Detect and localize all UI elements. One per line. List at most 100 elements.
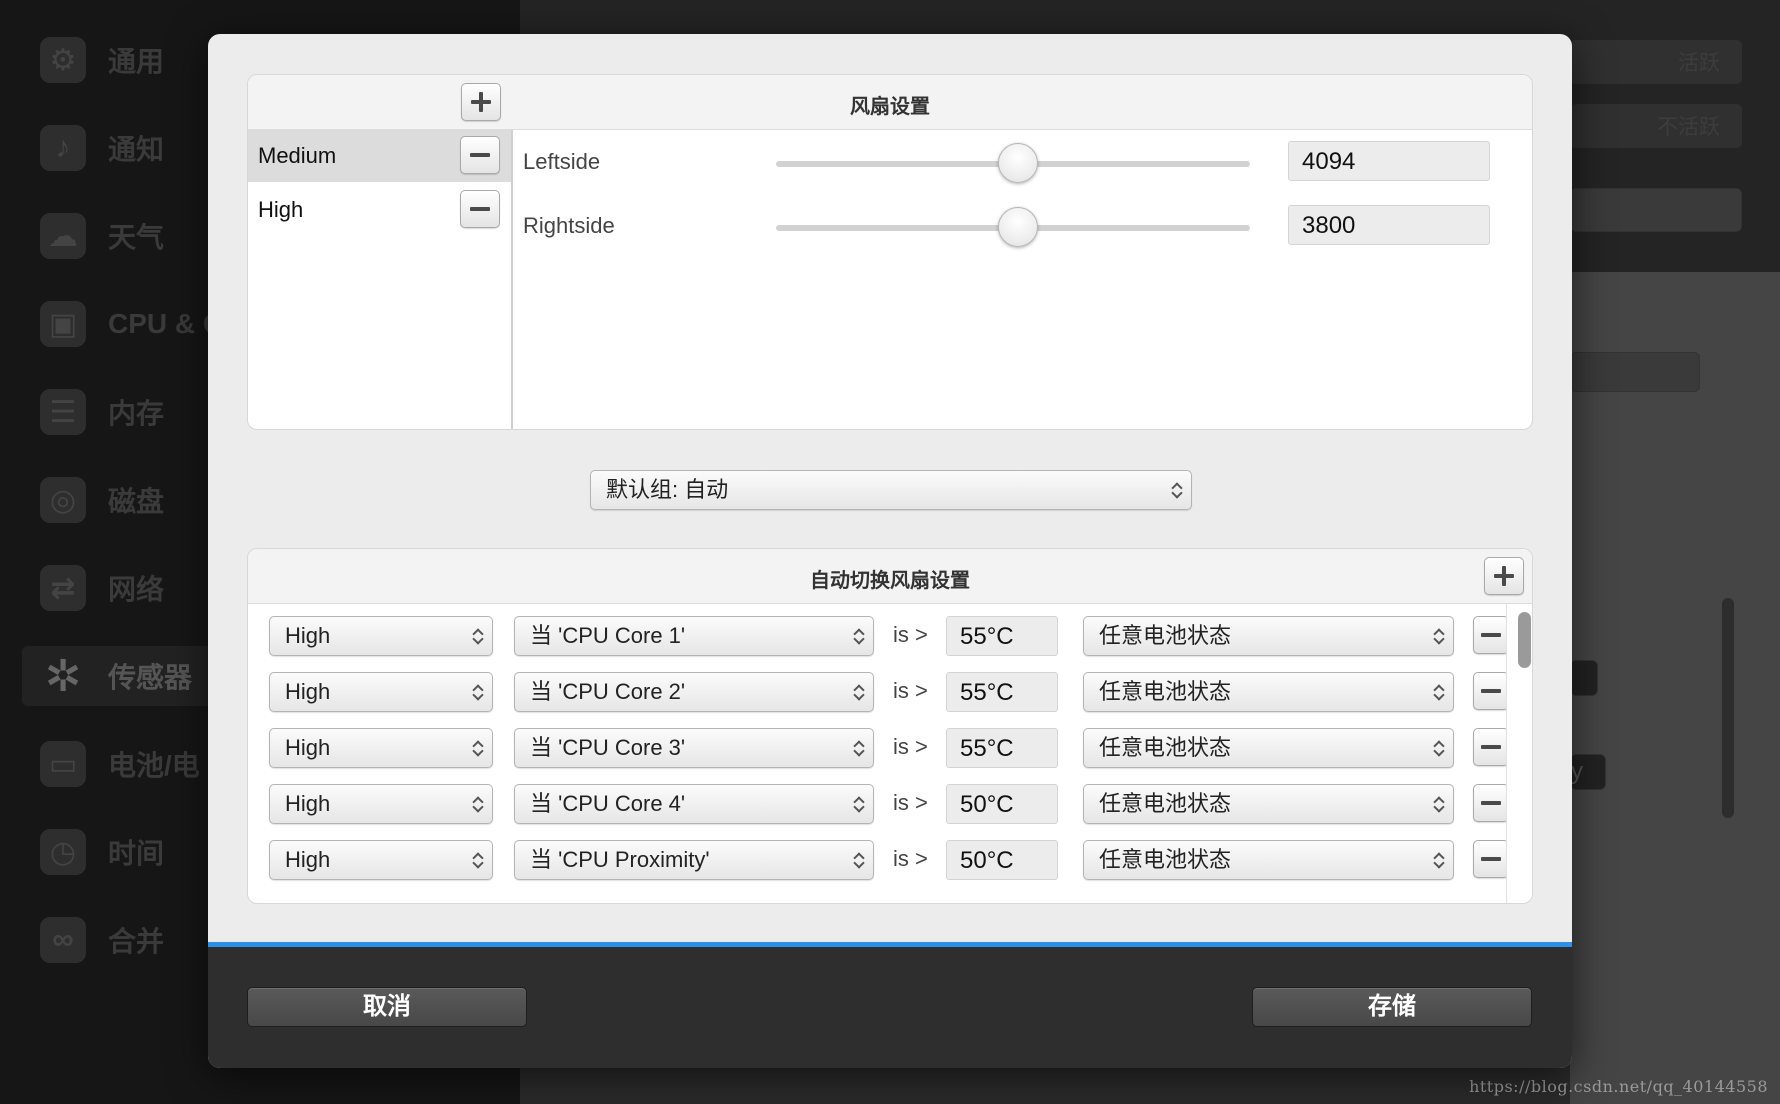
rule-row: High 当 'CPU Core 1' is > 55°C 任意电池状态 — [248, 616, 1532, 672]
remove-preset-button[interactable] — [460, 190, 500, 228]
sidebar-item-merge: ∞ 合并 — [40, 910, 164, 970]
sidebar-item-weather: ☁ 天气 — [40, 206, 164, 266]
preset-item-medium[interactable]: Medium — [248, 130, 511, 182]
minus-icon — [1481, 625, 1501, 645]
remove-rule-button[interactable] — [1473, 616, 1509, 654]
background-button: y — [1570, 754, 1606, 790]
rule-row: High 当 'CPU Core 4' is > 50°C 任意电池状态 — [248, 784, 1532, 840]
rule-operator: is > — [893, 846, 928, 871]
add-rule-button[interactable] — [1484, 557, 1524, 595]
minus-icon — [1481, 793, 1501, 813]
gear-icon: ⚙ — [40, 37, 86, 83]
fan-icon: ✲ — [44, 651, 82, 701]
bell-icon: ♪ — [40, 125, 86, 171]
fan-settings-panel: 风扇设置 Medium High Leftside 4094 Rightside — [247, 74, 1533, 430]
chevron-updown-icon — [472, 850, 484, 870]
preset-list: Medium High — [248, 130, 513, 429]
rule-temperature-field[interactable]: 50°C — [946, 840, 1058, 880]
fan-speed-slider[interactable] — [776, 207, 1250, 247]
rule-preset-select[interactable]: High — [269, 616, 493, 656]
battery-icon: ▭ — [40, 741, 86, 787]
auto-switch-panel: 自动切换风扇设置 High 当 'CPU Core 1' is > 55°C 任… — [247, 548, 1533, 904]
watermark: https://blog.csdn.net/qq_40144558 — [1469, 1077, 1768, 1096]
chevron-updown-icon — [1433, 626, 1445, 646]
memory-icon: ☰ — [40, 389, 86, 435]
fan-label: Leftside — [523, 149, 601, 174]
rule-battery-select[interactable]: 任意电池状态 — [1083, 840, 1454, 880]
auto-switch-title: 自动切换风扇设置 — [810, 569, 970, 592]
rule-battery-select[interactable]: 任意电池状态 — [1083, 728, 1454, 768]
rule-sensor-select[interactable]: 当 'CPU Core 2' — [514, 672, 874, 712]
chevron-updown-icon — [1171, 480, 1183, 500]
fan-settings-title: 风扇设置 — [850, 95, 930, 118]
fan-settings-header: 风扇设置 — [248, 75, 1532, 130]
remove-rule-button[interactable] — [1473, 840, 1509, 878]
rule-preset-select[interactable]: High — [269, 672, 493, 712]
slider-knob[interactable] — [997, 143, 1038, 183]
rule-operator: is > — [893, 622, 928, 647]
rules-list: High 当 'CPU Core 1' is > 55°C 任意电池状态 Hig… — [248, 604, 1532, 903]
chevron-updown-icon — [853, 626, 865, 646]
cancel-button[interactable]: 取消 — [247, 987, 527, 1027]
sidebar-item-notifications: ♪ 通知 — [40, 118, 164, 178]
background-scrollbar — [1722, 598, 1734, 818]
remove-rule-button[interactable] — [1473, 728, 1509, 766]
minus-icon — [1481, 681, 1501, 701]
rule-preset-select[interactable]: High — [269, 784, 493, 824]
chevron-updown-icon — [472, 738, 484, 758]
save-button[interactable]: 存储 — [1252, 987, 1532, 1027]
rule-sensor-select[interactable]: 当 'CPU Proximity' — [514, 840, 874, 880]
minus-icon — [470, 199, 490, 219]
sidebar-item-battery: ▭ 电池/电 — [40, 734, 200, 794]
rule-operator: is > — [893, 734, 928, 759]
rule-temperature-field[interactable]: 50°C — [946, 784, 1058, 824]
fan-speed-slider[interactable] — [776, 143, 1250, 183]
sidebar-item-disk: ◎ 磁盘 — [40, 470, 164, 530]
fan-settings-sheet: 风扇设置 Medium High Leftside 4094 Rightside — [208, 34, 1572, 1068]
default-group-select[interactable]: 默认组: 自动 — [590, 470, 1192, 510]
minus-icon — [1481, 849, 1501, 869]
sidebar-item-time: ◷ 时间 — [40, 822, 164, 882]
rule-sensor-select[interactable]: 当 'CPU Core 4' — [514, 784, 874, 824]
rule-sensor-select[interactable]: 当 'CPU Core 3' — [514, 728, 874, 768]
sheet-footer: 取消 存储 — [208, 947, 1572, 1068]
rule-temperature-field[interactable]: 55°C — [946, 728, 1058, 768]
weather-icon: ☁ — [40, 213, 86, 259]
remove-rule-button[interactable] — [1473, 784, 1509, 822]
slider-knob[interactable] — [997, 207, 1038, 247]
chevron-updown-icon — [472, 794, 484, 814]
rules-scrollbar[interactable] — [1518, 612, 1531, 668]
remove-preset-button[interactable] — [460, 136, 500, 174]
chevron-updown-icon — [1433, 738, 1445, 758]
rule-battery-select[interactable]: 任意电池状态 — [1083, 672, 1454, 712]
sidebar-item-network: ⇄ 网络 — [40, 558, 164, 618]
fan-speed-field[interactable]: 3800 — [1288, 205, 1490, 245]
rule-battery-select[interactable]: 任意电池状态 — [1083, 784, 1454, 824]
cpu-icon: ▣ — [40, 301, 86, 347]
chevron-updown-icon — [853, 850, 865, 870]
minus-icon — [1481, 737, 1501, 757]
disk-icon: ◎ — [40, 477, 86, 523]
plus-icon — [1494, 566, 1514, 586]
background-lower-area: y — [1570, 272, 1780, 1104]
preset-item-high[interactable]: High — [248, 184, 511, 236]
chevron-updown-icon — [472, 682, 484, 702]
sidebar-item-cpu: ▣ CPU & G — [40, 294, 225, 354]
chevron-updown-icon — [853, 794, 865, 814]
remove-rule-button[interactable] — [1473, 672, 1509, 710]
rule-operator: is > — [893, 790, 928, 815]
rule-preset-select[interactable]: High — [269, 840, 493, 880]
rule-temperature-field[interactable]: 55°C — [946, 616, 1058, 656]
sidebar-item-memory: ☰ 内存 — [40, 382, 164, 442]
add-preset-button[interactable] — [461, 83, 501, 121]
active-pill: 活跃 — [1570, 40, 1742, 84]
chevron-updown-icon — [1433, 850, 1445, 870]
fan-speed-field[interactable]: 4094 — [1288, 141, 1490, 181]
rule-temperature-field[interactable]: 55°C — [946, 672, 1058, 712]
rule-preset-select[interactable]: High — [269, 728, 493, 768]
rule-battery-select[interactable]: 任意电池状态 — [1083, 616, 1454, 656]
chevron-updown-icon — [1433, 682, 1445, 702]
rule-sensor-select[interactable]: 当 'CPU Core 1' — [514, 616, 874, 656]
fan-speed-row-rightside: Rightside 3800 — [523, 205, 1532, 249]
fan-label: Rightside — [523, 213, 615, 238]
